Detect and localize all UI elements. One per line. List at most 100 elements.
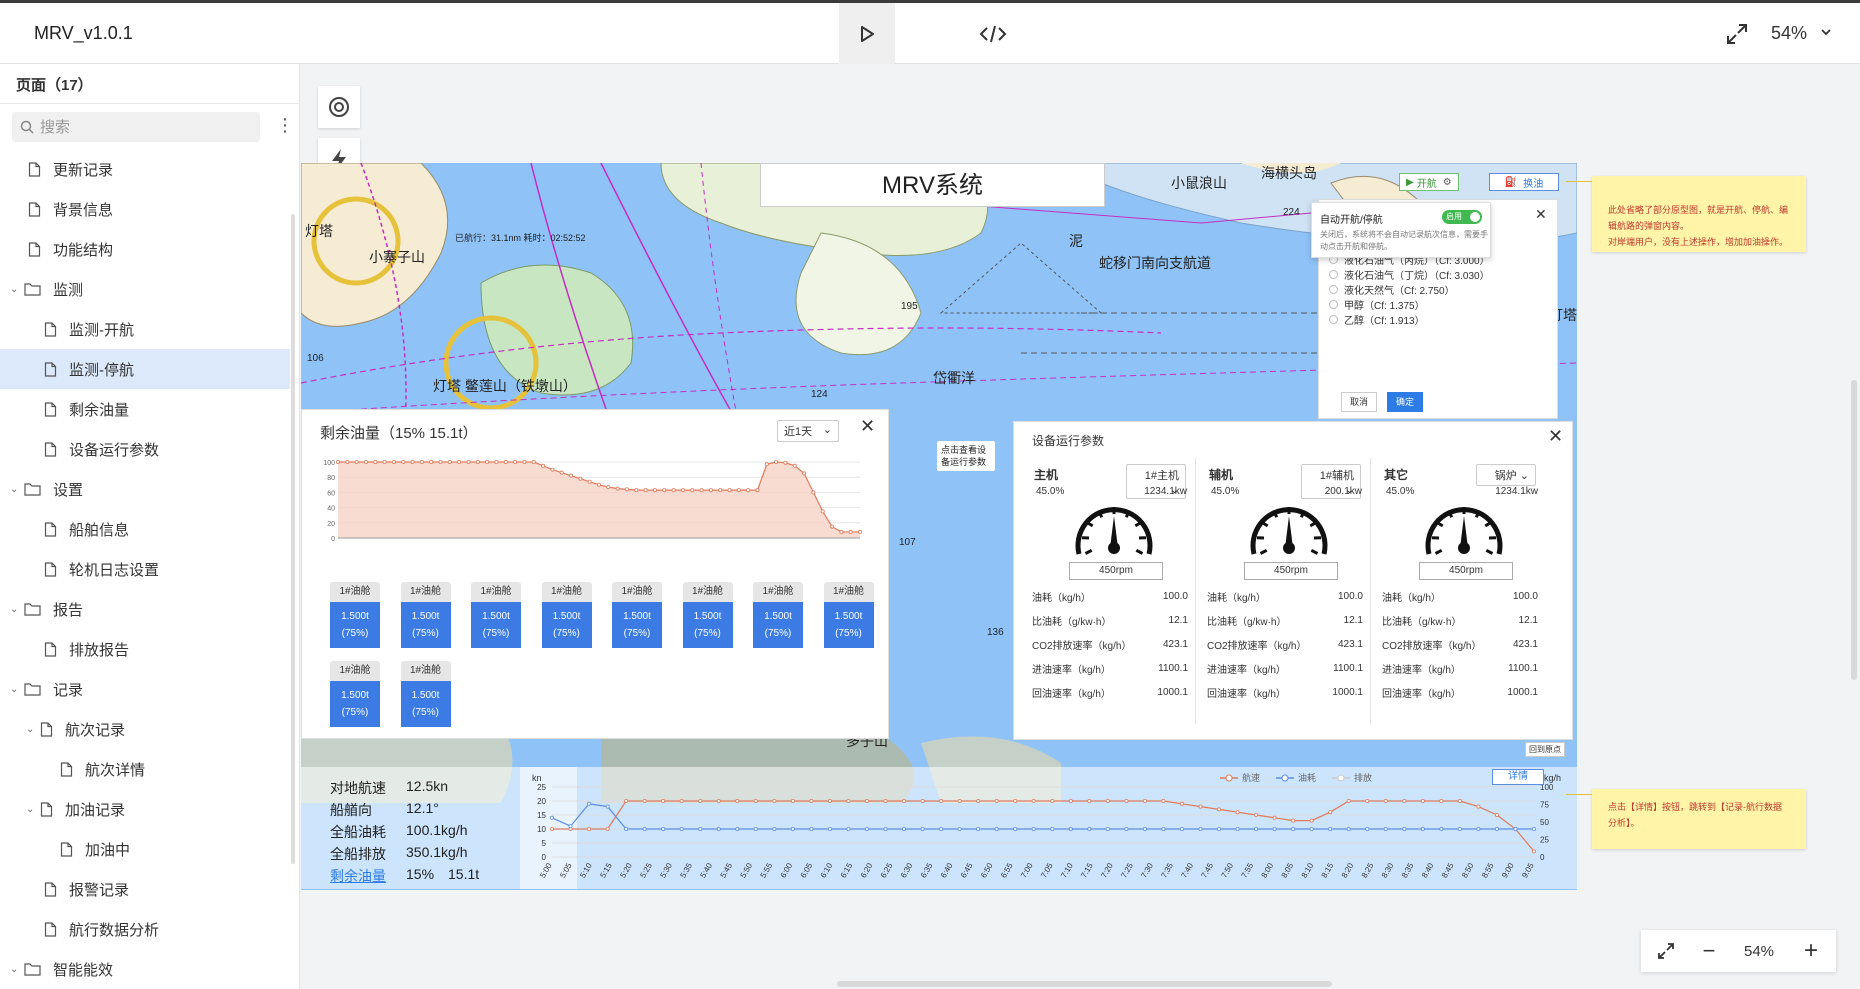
sidebar-item[interactable]: 加油中	[0, 829, 290, 869]
fuel-tank-card[interactable]: 1#油舱 1.500t (75%)	[330, 582, 380, 648]
series-point	[1402, 827, 1407, 832]
close-icon[interactable]: ✕	[860, 416, 875, 437]
sidebar-item[interactable]: 船舶信息	[0, 509, 290, 549]
cancel-button[interactable]: 取消	[1341, 392, 1377, 412]
sidebar-item[interactable]: 轮机日志设置	[0, 549, 290, 589]
chevron-down-icon[interactable]	[1820, 25, 1832, 43]
page-icon	[28, 241, 41, 257]
fuel-tank-card[interactable]: 1#油舱 1.500t (75%)	[400, 582, 451, 648]
sidebar-item[interactable]: 排放报告	[0, 629, 290, 669]
y-left-tick: 5	[542, 839, 547, 848]
sidebar-item[interactable]: 监测-开航	[0, 309, 290, 349]
zoom-level[interactable]: 54%	[1771, 23, 1807, 44]
sidebar-item[interactable]: 航行数据分析	[0, 909, 290, 949]
series-point	[1013, 827, 1018, 832]
fuel-type-option[interactable]: 甲醇（Cf: 1.375）	[1329, 297, 1425, 312]
fuel-tank-card[interactable]: 1#油舱 1.500t (75%)	[330, 661, 380, 727]
sidebar-item[interactable]: 报警记录	[0, 869, 290, 909]
fuel-point	[391, 460, 396, 465]
x-tick-label: 7:50	[1220, 861, 1236, 879]
fuel-tank-card[interactable]: 1#油舱 1.500t (75%)	[541, 582, 592, 648]
sidebar-item[interactable]: ⌄ 智能能效	[0, 949, 290, 989]
equipment-param-row: 比油耗（g/kw·h） 12.1	[1032, 614, 1188, 628]
fuel-point	[820, 509, 825, 514]
series-point	[790, 799, 795, 804]
x-tick-label: 7:35	[1159, 861, 1175, 879]
legend-label[interactable]: 排放	[1354, 772, 1372, 783]
fuel-tank-card[interactable]: 1#油舱 1.500t (75%)	[400, 661, 451, 727]
equipment-select[interactable]: 锅炉 ⌄	[1476, 464, 1536, 486]
sidebar-item[interactable]: ⌄ 设置	[0, 469, 290, 509]
fuel-tank-card[interactable]: 1#油舱 1.500t (75%)	[753, 582, 803, 648]
search-box[interactable]	[12, 112, 260, 142]
search-input[interactable]	[40, 118, 240, 136]
chevron-down-icon[interactable]: ⌄	[10, 604, 24, 615]
series-point	[549, 815, 554, 820]
chevron-down-icon[interactable]: ⌄	[10, 964, 24, 975]
sidebar-item[interactable]: ⌄ 报告	[0, 589, 290, 629]
fit-screen-icon[interactable]	[1641, 941, 1691, 961]
sidebar-item[interactable]: 更新记录	[0, 149, 290, 189]
sidebar-item-label: 加油中	[85, 841, 131, 859]
fuel-type-option[interactable]: 液化石油气（丁烷）（Cf: 3.030）	[1329, 267, 1490, 282]
y-left-tick: 25	[537, 783, 546, 792]
close-icon[interactable]: ✕	[1548, 426, 1563, 447]
zoom-out-button[interactable]: −	[1691, 940, 1727, 962]
gear-icon[interactable]: ⚙	[1443, 177, 1452, 188]
radio-button[interactable]	[1329, 300, 1338, 309]
sidebar-item-label: 加油记录	[65, 801, 126, 819]
sidebar-item[interactable]: 设备运行参数	[0, 429, 290, 469]
sidebar-item-label: 背景信息	[53, 201, 114, 219]
radio-button[interactable]	[1329, 270, 1338, 279]
sidebar-item[interactable]: 航次详情	[0, 749, 290, 789]
sidebar-item[interactable]: ⌄ 航次记录	[0, 709, 290, 749]
legend-label[interactable]: 航速	[1242, 772, 1260, 783]
chevron-down-icon[interactable]: ⌄	[10, 684, 24, 695]
sidebar-item[interactable]: 监测-停航	[0, 349, 290, 389]
x-tick-label: 7:30	[1139, 861, 1155, 879]
code-view-button[interactable]	[965, 3, 1021, 64]
sidebar-item[interactable]: 背景信息	[0, 189, 290, 229]
chevron-down-icon[interactable]: ⌄	[26, 724, 40, 735]
fuel-type-option[interactable]: 液化天然气（Cf: 2.750）	[1329, 282, 1455, 297]
close-icon[interactable]: ✕	[1535, 206, 1547, 223]
chevron-down-icon[interactable]: ⌄	[10, 284, 24, 295]
remaining-fuel-link[interactable]: 剩余油量	[330, 868, 386, 884]
chevron-down-icon[interactable]: ⌄	[26, 804, 40, 815]
switch-fuel-button[interactable]: ⛽ 换油	[1489, 173, 1559, 191]
radio-button[interactable]	[1329, 285, 1338, 294]
series-line	[552, 800, 1535, 852]
back-to-origin-button[interactable]: 回到原点	[1525, 742, 1565, 757]
sidebar-item[interactable]: ⌄ 记录	[0, 669, 290, 709]
fuel-tank-card[interactable]: 1#油舱 1.500t (75%)	[612, 582, 662, 648]
sidebar-scrollbar[interactable]	[291, 214, 295, 864]
fullscreen-icon[interactable]	[1724, 21, 1750, 47]
sidebar-item[interactable]: ⌄ 加油记录	[0, 789, 290, 829]
y-right-tick: 50	[1540, 818, 1549, 827]
sail-button[interactable]: ▶ 开航 ⚙	[1399, 173, 1459, 191]
x-tick-label: 5:40	[698, 861, 714, 879]
sidebar-item[interactable]: 功能结构	[0, 229, 290, 269]
more-options-icon[interactable]: ⋮	[276, 116, 294, 134]
sidebar-item[interactable]: ⌄ 监测	[0, 269, 290, 309]
radio-button[interactable]	[1329, 315, 1338, 324]
detail-button[interactable]: 详情	[1492, 769, 1544, 785]
fuel-type-option[interactable]: 乙醇（Cf: 1.913）	[1329, 312, 1425, 327]
range-select[interactable]: 近1天 ⌄	[777, 420, 839, 442]
horizontal-scrollbar[interactable]	[837, 981, 1332, 987]
play-button[interactable]	[839, 3, 895, 64]
vertical-scrollbar[interactable]	[1851, 380, 1857, 680]
target-tool-button[interactable]	[318, 86, 360, 128]
series-point	[716, 827, 721, 832]
zoom-in-button[interactable]: +	[1791, 939, 1831, 963]
fuel-tank-card[interactable]: 1#油舱 1.500t (75%)	[823, 582, 874, 648]
chevron-down-icon[interactable]: ⌄	[10, 484, 24, 495]
sidebar-item[interactable]: 剩余油量	[0, 389, 290, 429]
fuel-tank-card[interactable]: 1#油舱 1.500t (75%)	[682, 582, 733, 648]
fuel-tank-card[interactable]: 1#油舱 1.500t (75%)	[471, 582, 521, 648]
confirm-button[interactable]: 确定	[1387, 392, 1423, 412]
sidebar-item-label: 监测-停航	[69, 361, 134, 379]
x-tick-label: 7:15	[1079, 861, 1095, 879]
auto-sail-toggle[interactable]: 启用	[1442, 210, 1482, 224]
legend-label[interactable]: 油耗	[1298, 772, 1316, 783]
